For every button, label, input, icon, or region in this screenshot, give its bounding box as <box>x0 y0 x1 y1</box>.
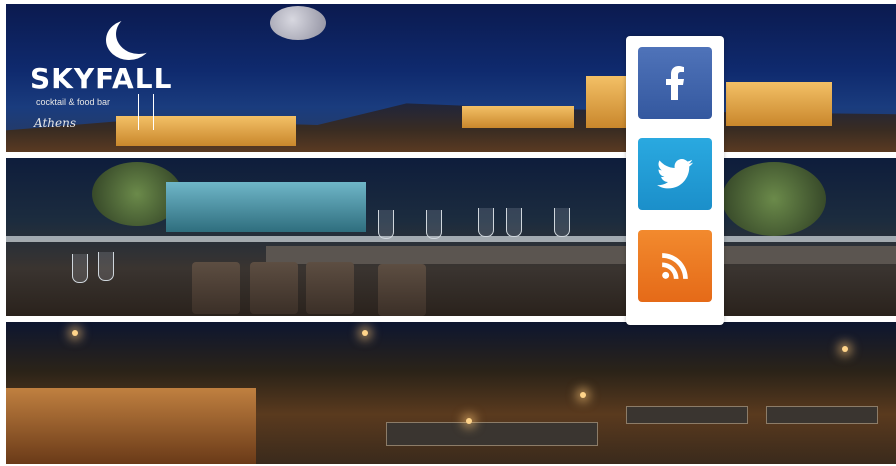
table-candle <box>466 418 472 424</box>
chair <box>250 262 298 314</box>
acropolis-night-photo: SKYFALL cocktail & food bar Athens <box>6 4 896 152</box>
restaurant-interior-photo <box>6 322 896 464</box>
wine-glass <box>506 208 522 237</box>
lit-ruins-center <box>462 106 574 128</box>
crescent-moon-icon <box>116 14 162 54</box>
dining-table <box>266 246 896 264</box>
wine-glass <box>98 252 114 281</box>
ceiling-lamp <box>72 330 78 336</box>
facebook-icon <box>666 66 684 100</box>
table-candle <box>580 392 586 398</box>
chair <box>306 262 354 314</box>
logo-title: SKYFALL <box>30 62 173 95</box>
parthenon-right <box>726 82 832 126</box>
ceiling-lamp <box>362 330 368 336</box>
parthenon-left <box>586 76 626 128</box>
terrace-railing <box>6 236 896 242</box>
restaurant-table <box>766 406 878 424</box>
hero-banner: SKYFALL cocktail & food bar Athens <box>6 4 896 464</box>
restaurant-table <box>386 422 598 446</box>
wine-glass <box>72 254 88 283</box>
chair <box>192 262 240 314</box>
moon <box>270 6 326 40</box>
chair <box>378 264 426 316</box>
swing-icon <box>138 94 154 130</box>
bar-counter <box>6 388 256 464</box>
wine-glass <box>378 210 394 239</box>
wine-glass <box>478 208 494 237</box>
rss-icon <box>662 253 688 279</box>
wine-glass <box>554 208 570 237</box>
restaurant-table <box>626 406 748 424</box>
twitter-icon <box>657 159 693 189</box>
logo-tagline: cocktail & food bar <box>36 97 111 107</box>
social-share-panel <box>626 36 724 325</box>
lit-building <box>166 182 366 232</box>
wine-glass <box>426 210 442 239</box>
logo-city: Athens <box>34 116 76 130</box>
facebook-share-button[interactable] <box>638 47 712 119</box>
terrace-dining-photo <box>6 158 896 316</box>
skyfall-logo: SKYFALL cocktail & food bar Athens <box>30 10 180 145</box>
ceiling-lamp <box>842 346 848 352</box>
rss-feed-button[interactable] <box>638 230 712 302</box>
olive-tree-right <box>722 162 826 236</box>
twitter-share-button[interactable] <box>638 138 712 210</box>
